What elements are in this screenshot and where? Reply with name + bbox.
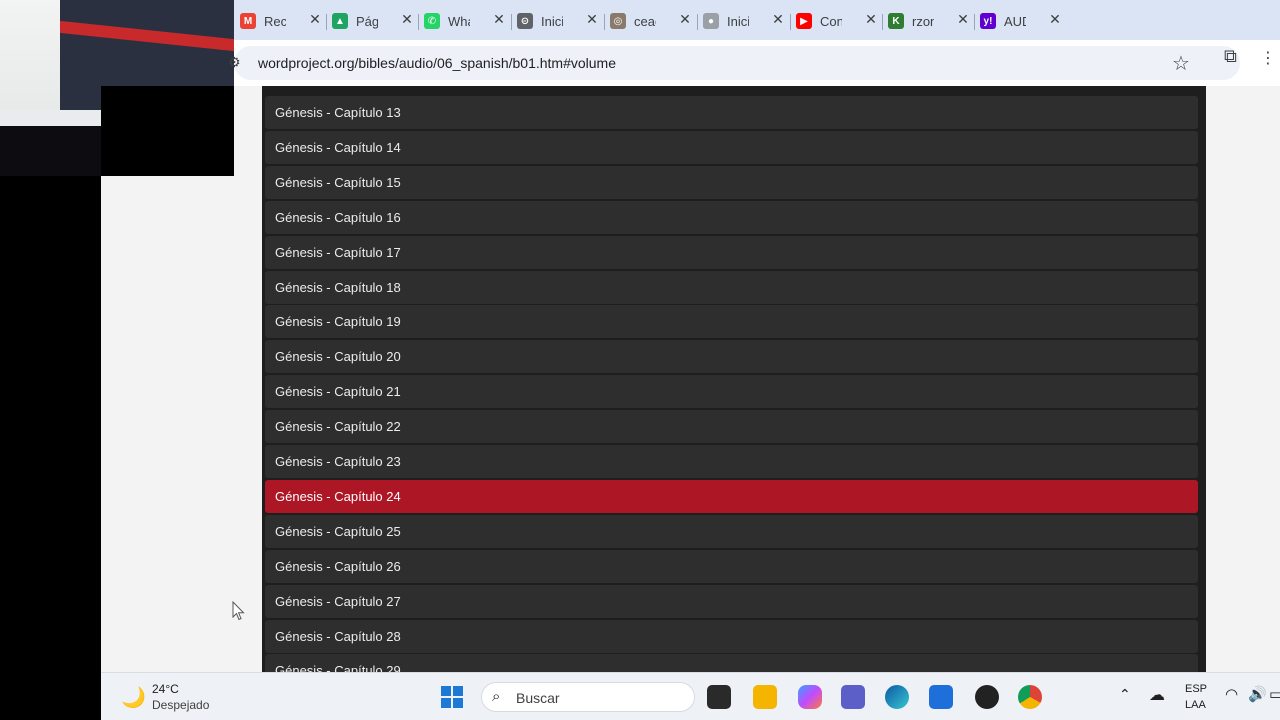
menu-icon[interactable]: ⋮	[1260, 48, 1276, 68]
tray-chevron-icon[interactable]: ⌃	[1119, 686, 1131, 703]
seal-icon: ◎	[610, 13, 626, 29]
close-icon[interactable]: ✕	[862, 11, 880, 28]
mouse-cursor-icon	[232, 601, 245, 621]
screen: M Recibidos ✕ ▲ Página ✕ ✆ WhatsApp ✕ ⊝ Inicio ✕ ◎ ce…	[0, 0, 1280, 720]
tab-separator	[790, 14, 791, 30]
tab-link[interactable]: ⊝ Inicio ✕	[517, 8, 603, 34]
browser-toolbar: ⚙ wordproject.org/bibles/audio/06_spanis…	[228, 40, 1280, 86]
black-strip	[101, 86, 234, 176]
k-icon: K	[888, 13, 904, 29]
wifi-icon[interactable]: ◠	[1225, 685, 1238, 703]
tab-title: AUD	[1004, 13, 1026, 29]
close-icon[interactable]: ✕	[769, 11, 787, 28]
chapter-item[interactable]: Génesis - Capítulo 17	[265, 235, 1198, 269]
chapter-item[interactable]: Génesis - Capítulo 22	[265, 410, 1198, 444]
chapter-item[interactable]: Génesis - Capítulo 25	[265, 514, 1198, 548]
close-icon[interactable]: ✕	[1046, 11, 1064, 28]
chapter-item[interactable]: Génesis - Capítulo 13	[265, 96, 1198, 129]
edge-icon[interactable]	[885, 685, 909, 709]
url-text[interactable]: wordproject.org/bibles/audio/06_spanish/…	[258, 55, 616, 71]
tab-whatsapp[interactable]: ✆ WhatsApp ✕	[424, 8, 510, 34]
chapter-item[interactable]: Génesis - Capítulo 16	[265, 200, 1198, 234]
tab-separator	[511, 14, 512, 30]
chapter-item[interactable]: Génesis - Capítulo 26	[265, 549, 1198, 583]
windows-start-icon[interactable]	[441, 686, 463, 708]
teams-icon[interactable]	[841, 685, 865, 709]
tab-separator	[882, 14, 883, 30]
tab-strip: M Recibidos ✕ ▲ Página ✕ ✆ WhatsApp ✕ ⊝ Inicio ✕ ◎ ce…	[234, 0, 1280, 40]
battery-icon[interactable]: ▭	[1269, 685, 1280, 703]
windows-taskbar: 🌙 24°C Despejado ⌕ Buscar ⌃ ☁ ESP LAA ◠ …	[101, 672, 1280, 720]
yahoo-icon: y!	[980, 13, 996, 29]
tab-apple[interactable]: ● Inicio ✕	[703, 8, 789, 34]
close-icon[interactable]: ✕	[398, 11, 416, 28]
google-drive-icon: ▲	[332, 13, 348, 29]
tab-k[interactable]: Krzon ✕	[888, 8, 974, 34]
tab-title: ceac	[634, 13, 656, 29]
address-bar[interactable]: ⚙ wordproject.org/bibles/audio/06_spanis…	[228, 46, 1240, 80]
language-code[interactable]: ESP	[1185, 683, 1207, 695]
tab-gmail[interactable]: M Recibidos ✕	[240, 8, 326, 34]
obs-icon[interactable]	[975, 685, 999, 709]
chapter-list: Génesis - Capítulo 13 Génesis - Capítulo …	[262, 86, 1206, 672]
tab-title: Con	[820, 13, 842, 29]
chapter-item[interactable]: Génesis - Capítulo 19	[265, 305, 1198, 339]
chapter-item[interactable]: Génesis - Capítulo 14	[265, 130, 1198, 164]
tab-title: rzon	[912, 13, 934, 29]
tab-yahoo[interactable]: y! AUD ✕	[980, 8, 1066, 34]
onedrive-icon[interactable]: ☁	[1149, 685, 1165, 705]
close-icon[interactable]: ✕	[490, 11, 508, 28]
tab-separator	[418, 14, 419, 30]
link-icon: ⊝	[517, 13, 533, 29]
close-icon[interactable]: ✕	[676, 11, 694, 28]
site-info-icon[interactable]: ⚙	[228, 54, 241, 71]
chapter-item[interactable]: Génesis - Capítulo 27	[265, 584, 1198, 618]
chapter-item[interactable]: Génesis - Capítulo 15	[265, 165, 1198, 199]
tab-youtube[interactable]: ▶ Con ✕	[796, 8, 882, 34]
chapter-item[interactable]: Génesis - Capítulo 28	[265, 619, 1198, 653]
close-icon[interactable]: ✕	[954, 11, 972, 28]
tab-title: Inicio	[727, 13, 749, 29]
store-icon[interactable]	[929, 685, 953, 709]
bookmark-star-icon[interactable]: ☆	[1172, 51, 1190, 76]
moon-icon[interactable]: 🌙	[121, 685, 146, 710]
tab-separator	[604, 14, 605, 30]
chapter-item[interactable]: Génesis - Capítulo 29	[265, 654, 1198, 672]
chapter-item[interactable]: Génesis - Capítulo 23	[265, 445, 1198, 478]
weather-temp[interactable]: 24°C	[152, 682, 179, 696]
gmail-icon: M	[240, 13, 256, 29]
whatsapp-icon: ✆	[424, 13, 440, 29]
chapter-item[interactable]: Génesis - Capítulo 21	[265, 375, 1198, 409]
tab-title: Inicio	[541, 13, 563, 29]
tab-seal[interactable]: ◎ ceac ✕	[610, 8, 696, 34]
chapter-item[interactable]: Génesis - Capítulo 18	[265, 270, 1198, 304]
chrome-icon[interactable]	[1018, 685, 1042, 709]
tab-separator	[326, 14, 327, 30]
weather-desc[interactable]: Despejado	[152, 698, 209, 712]
keyboard-layout[interactable]: LAA	[1185, 699, 1206, 711]
tab-separator	[974, 14, 975, 30]
youtube-icon: ▶	[796, 13, 812, 29]
tab-title: Página	[356, 13, 378, 29]
tab-title: WhatsApp	[448, 13, 470, 29]
volume-icon[interactable]: 🔊	[1248, 685, 1267, 703]
tab-separator	[697, 14, 698, 30]
chapter-item[interactable]: Génesis - Capítulo 20	[265, 340, 1198, 374]
chapter-item-active[interactable]: Génesis - Capítulo 24	[265, 479, 1198, 513]
tab-google-drive[interactable]: ▲ Página ✕	[332, 8, 418, 34]
close-icon[interactable]: ✕	[306, 11, 324, 28]
tab-title: Recibidos	[264, 13, 286, 29]
search-icon: ⌕	[492, 688, 501, 705]
file-explorer-icon[interactable]	[753, 685, 777, 709]
search-label: Buscar	[516, 690, 560, 706]
apple-icon: ●	[703, 13, 719, 29]
close-icon[interactable]: ✕	[583, 11, 601, 28]
extensions-icon[interactable]: ⧉	[1224, 46, 1237, 67]
task-view-icon[interactable]	[707, 685, 731, 709]
taskbar-search[interactable]: ⌕ Buscar	[481, 682, 695, 712]
page-content: Génesis - Capítulo 13 Génesis - Capítulo …	[101, 86, 1280, 672]
copilot-icon[interactable]	[798, 685, 822, 709]
